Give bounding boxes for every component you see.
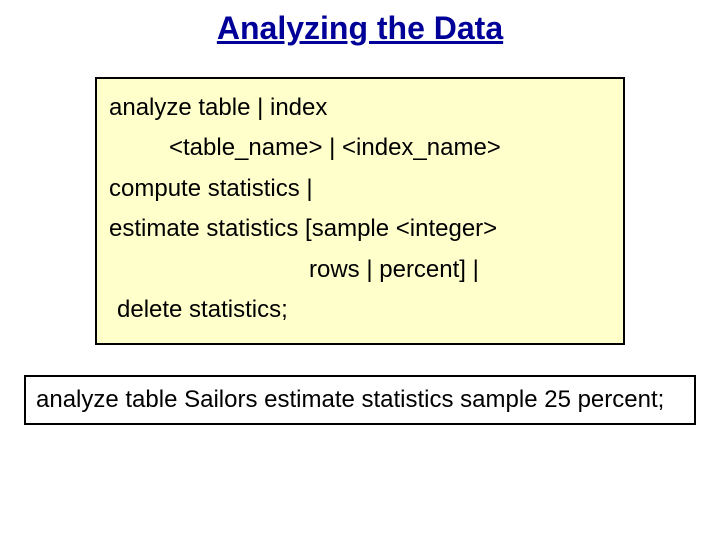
page-title: Analyzing the Data — [0, 0, 720, 77]
example-box: analyze table Sailors estimate statistic… — [24, 375, 696, 425]
syntax-line-5: rows | percent] | — [109, 251, 611, 289]
syntax-line-6: delete statistics; — [109, 291, 611, 329]
syntax-line-1: analyze table | index — [109, 89, 611, 127]
syntax-line-2: <table_name> | <index_name> — [109, 129, 611, 167]
syntax-line-4: estimate statistics [sample <integer> — [109, 210, 611, 248]
syntax-box: analyze table | index <table_name> | <in… — [95, 77, 625, 345]
syntax-line-3: compute statistics | — [109, 170, 611, 208]
